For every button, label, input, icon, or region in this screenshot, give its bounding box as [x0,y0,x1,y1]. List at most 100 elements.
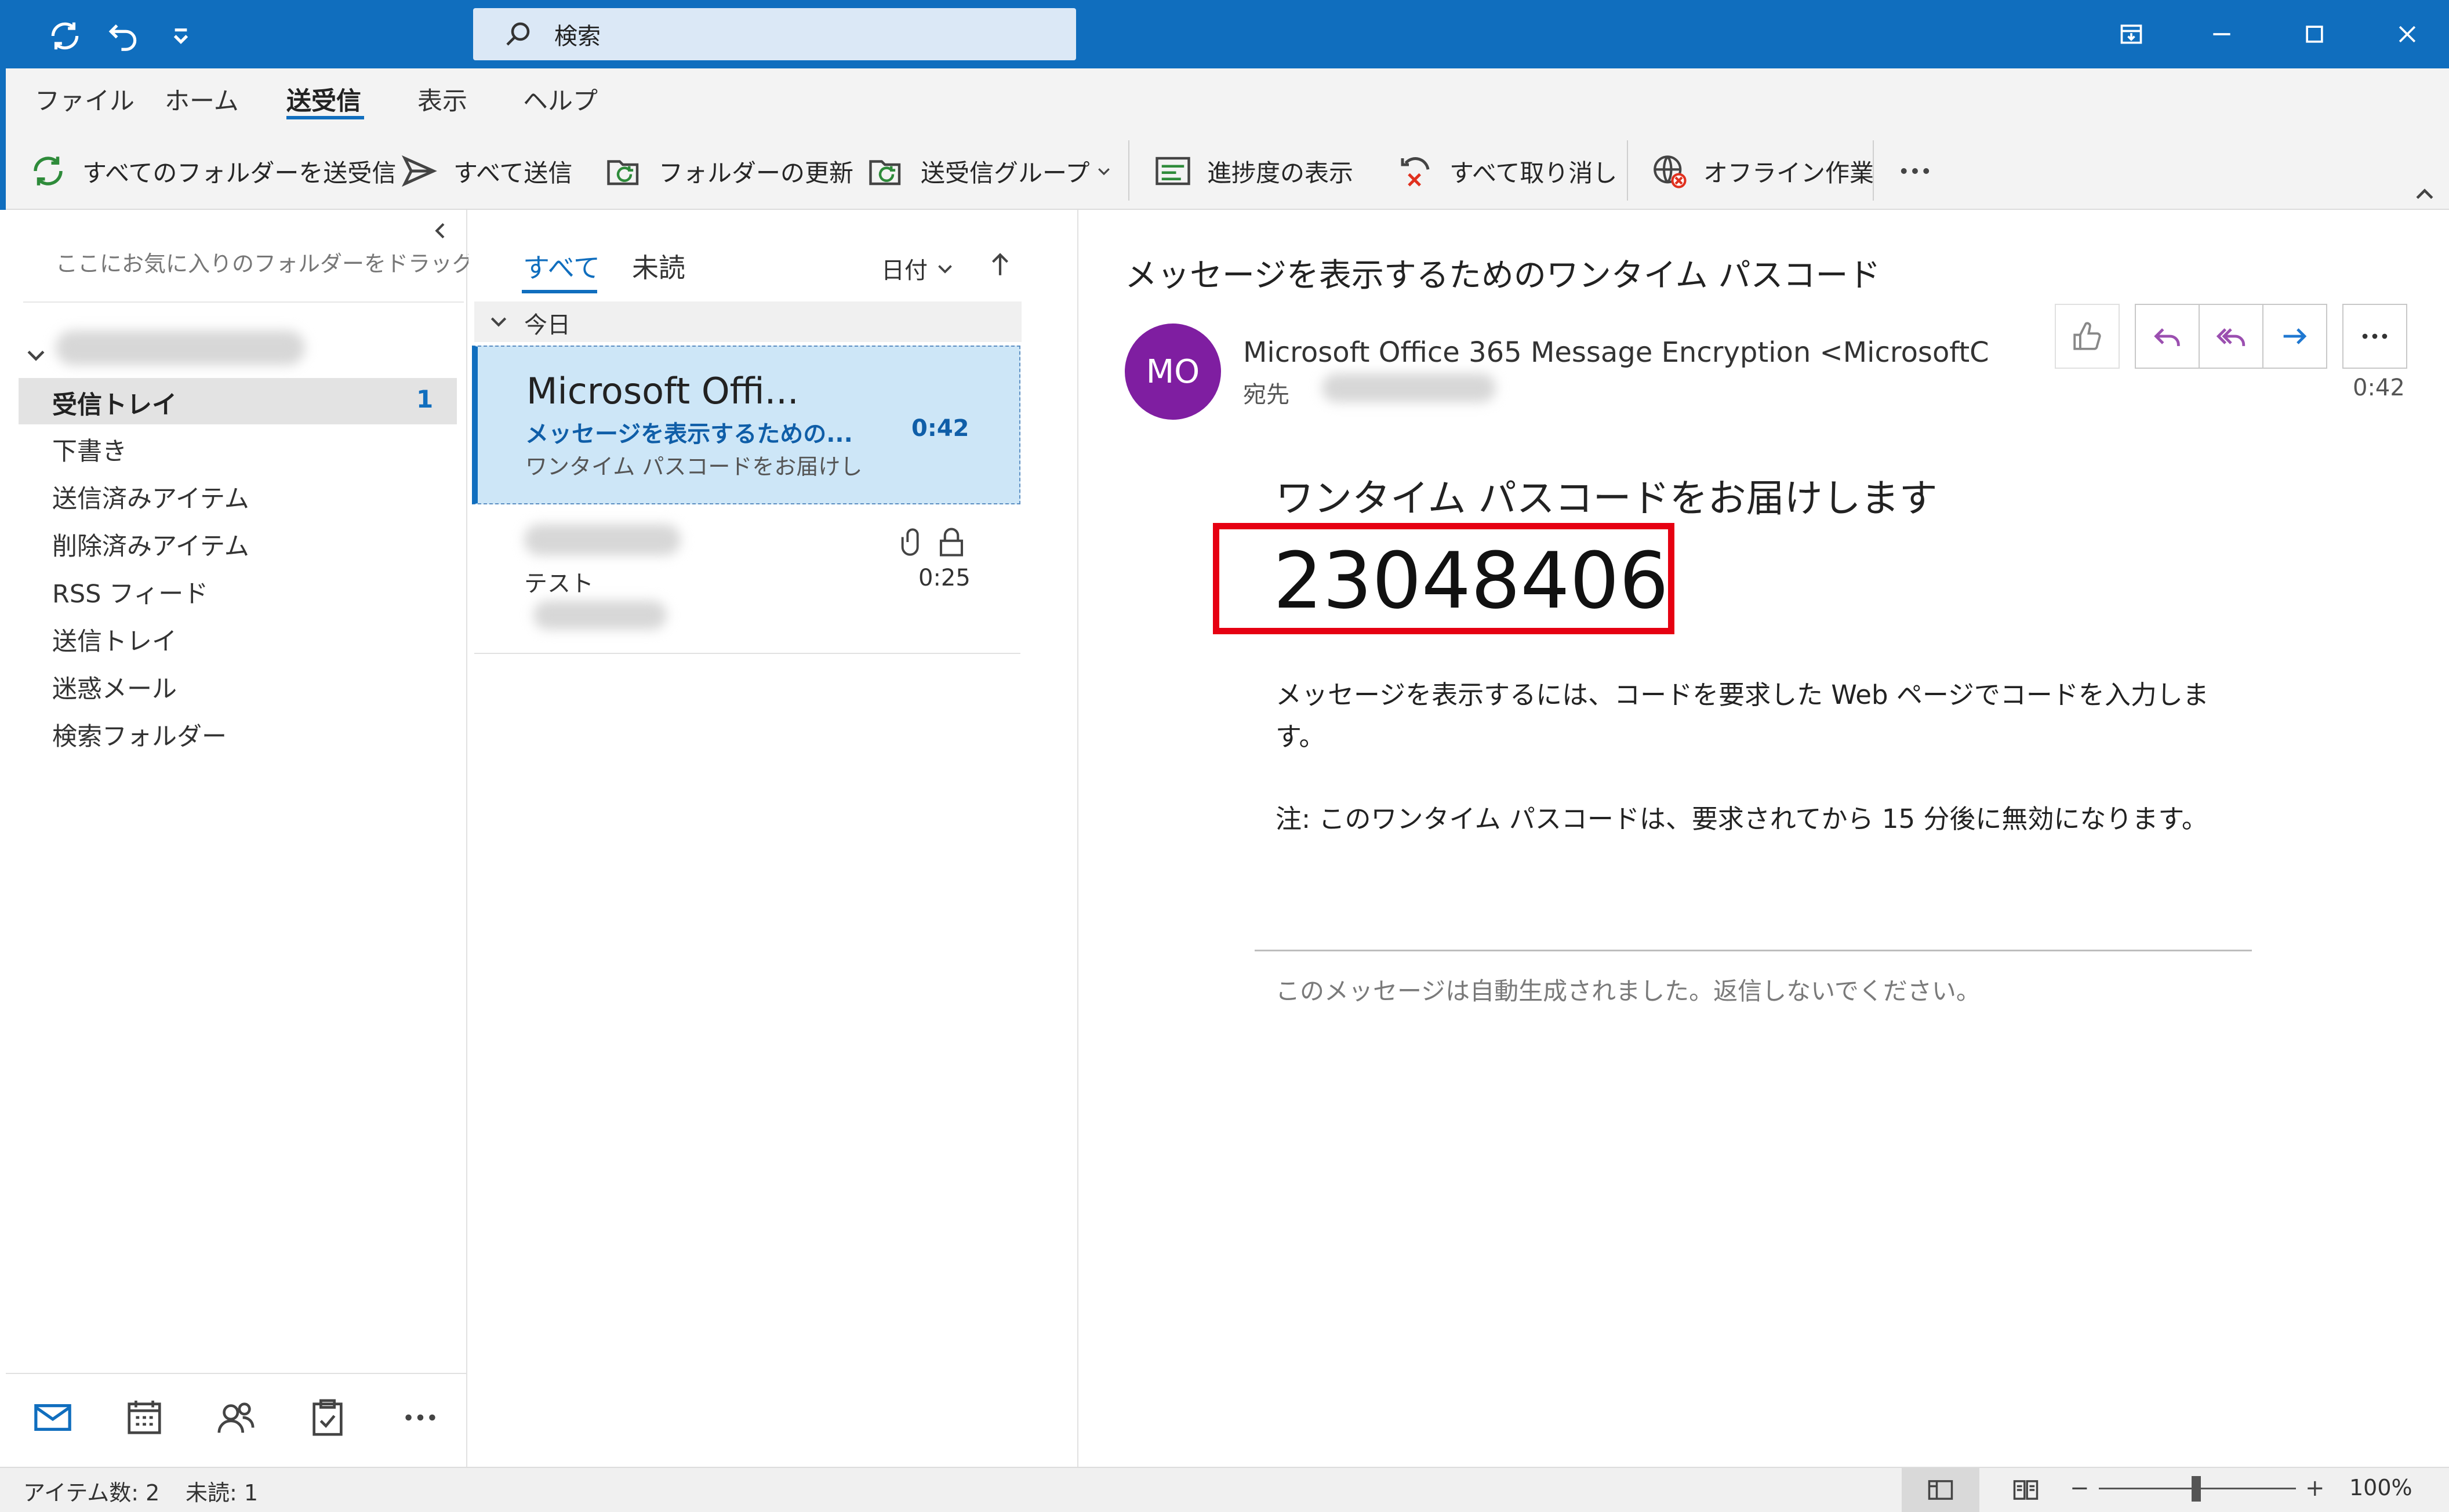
filter-tab-all[interactable]: すべて [523,247,600,285]
message-subject: テスト [524,570,594,597]
search-placeholder: 検索 [554,23,601,50]
minimize-button[interactable] [2187,8,2257,60]
active-tab-indicator [286,116,364,119]
calendar-nav-button[interactable] [118,1391,170,1444]
more-icon [1901,168,1930,174]
maximize-button[interactable] [2280,8,2349,60]
reply-all-button[interactable] [2199,304,2263,369]
reading-view-button[interactable] [1997,1468,2055,1512]
work-offline-button[interactable]: オフライン作業 [1650,148,1874,194]
folder-outbox[interactable]: 送信トレイ [52,621,177,657]
more-actions-button[interactable] [2342,304,2407,369]
message-preview-redacted [533,601,667,630]
folder-sync-icon [869,160,901,186]
favorites-hint: ここにお気に入りのフォルダーをドラッグします [56,251,541,277]
normal-view-button[interactable] [1902,1468,1979,1512]
zoom-in-button[interactable]: + [2305,1475,2325,1502]
paperclip-icon [898,524,928,560]
tab-view[interactable]: 表示 [417,81,467,117]
recipient-redacted [1322,373,1496,402]
group-collapse-toggle[interactable] [487,310,510,333]
title-bar [0,0,2449,68]
sync-icon [34,157,63,186]
update-folder-button[interactable]: フォルダーの更新 [605,148,853,194]
reading-view-icon [2013,1480,2039,1500]
folder-search[interactable]: 検索フォルダー [52,717,227,753]
zoom-out-button[interactable]: − [2070,1475,2090,1502]
search-icon [506,22,530,46]
chevron-down-icon [490,317,507,327]
footer-text: このメッセージは自動生成されました。返信しないでください。 [1276,977,1981,1005]
tab-help[interactable]: ヘルプ [523,81,598,117]
ribbon-separator [1873,140,1874,201]
tasks-nav-button[interactable] [301,1391,354,1444]
tab-home[interactable]: ホーム [165,81,239,117]
people-nav-button[interactable] [210,1391,262,1444]
reading-subject: メッセージを表示するためのワンタイム パスコード [1125,257,1881,295]
body-instructions-continued: す。 [1276,721,1325,752]
sort-by-date-button[interactable]: 日付 [881,252,955,285]
lock-icon [936,524,967,560]
footer-divider [1255,950,2252,951]
ribbon-more-button[interactable] [1896,148,1934,194]
group-label: 今日 [524,312,571,339]
mail-nav-button[interactable] [27,1391,79,1444]
favorites-divider [23,301,464,303]
more-icon [2362,333,2388,339]
cancel-all-button[interactable]: すべて取り消し [1396,148,1617,194]
calendar-icon [128,1400,161,1434]
send-icon [401,155,437,187]
ribbon-separator [1128,140,1129,201]
globe-offline-icon [1654,155,1687,188]
to-label: 宛先 [1243,381,1289,408]
zoom-slider-thumb[interactable] [2192,1476,2201,1502]
tab-send-receive[interactable]: 送受信 [286,81,361,117]
collapse-folder-pane-button[interactable] [429,219,452,242]
account-expand-toggle[interactable] [23,342,49,368]
folder-rss[interactable]: RSS フィード [52,574,208,610]
message-sender: Microsoft Offi... [526,370,799,412]
ribbon-display-options-button[interactable] [2096,8,2166,60]
message-sender-redacted [524,524,681,555]
reply-all-icon [2216,328,2245,346]
folder-drafts[interactable]: 下書き [52,431,127,467]
send-all-button[interactable]: すべて送信 [400,148,572,194]
body-note: 注: このワンタイム パスコードは、要求されてから 15 分後に無効になります。 [1276,804,2208,834]
message-preview: ワンタイム パスコードをお届けし [525,454,863,479]
sync-icon[interactable] [42,13,88,59]
folder-sent-items[interactable]: 送信済みアイテム [52,479,249,515]
item-count: アイテム数: 2 [23,1480,160,1506]
send-receive-groups-button[interactable]: 送受信グループ [867,148,1113,194]
folder-deleted[interactable]: 削除済みアイテム [52,526,249,562]
sort-direction-button[interactable] [986,248,1015,283]
tab-file[interactable]: ファイル [35,81,135,117]
quick-access-chevron-icon[interactable] [158,13,204,59]
inbox-unread-count: 1 [416,385,434,413]
unread-count: 未読: 1 [186,1480,259,1506]
people-icon [217,1402,255,1433]
reply-button[interactable] [2135,304,2200,369]
nav-divider [6,1373,467,1374]
like-button[interactable] [2055,304,2120,369]
chevron-down-icon [1098,168,1110,176]
show-progress-button[interactable]: 進捗度の表示 [1154,148,1353,194]
folder-junk[interactable]: 迷惑メール [52,669,177,705]
search-input[interactable]: 検索 [473,8,1076,60]
menu-bar [0,68,2449,135]
collapse-ribbon-button[interactable] [2412,182,2437,208]
more-nav-button[interactable] [394,1391,446,1444]
chevron-down-icon [27,350,45,361]
forward-button[interactable] [2262,304,2327,369]
reply-icon [2154,328,2180,346]
filter-tab-unread[interactable]: 未読 [632,247,685,285]
folder-label-inbox: 受信トレイ [52,391,177,420]
avatar: MO [1125,324,1221,420]
send-receive-all-button[interactable]: すべてのフォルダーを送受信 [29,148,396,194]
cancel-sync-icon [1401,157,1430,187]
chevron-down-icon [938,265,952,274]
undo-icon[interactable] [100,13,146,59]
close-button[interactable] [2372,8,2442,60]
thumbs-up-icon [2073,322,2101,350]
reading-sender: Microsoft Office 365 Message Encryption … [1243,336,1989,369]
arrow-up-icon [992,253,1008,275]
